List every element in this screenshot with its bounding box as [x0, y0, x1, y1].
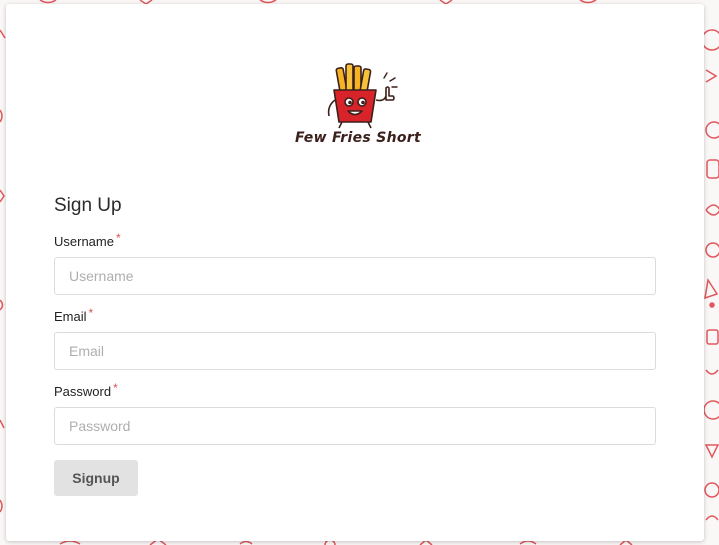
password-label-text: Password — [54, 384, 112, 399]
required-marker: * — [113, 381, 118, 395]
username-label-text: Username — [54, 234, 114, 249]
password-input[interactable] — [54, 407, 656, 445]
brand-logo: Few Fries Short — [288, 60, 428, 154]
required-marker: * — [88, 306, 94, 320]
signup-card: Few Fries Short Sign Up Username* Email*… — [6, 4, 704, 541]
username-label: Username * — [54, 231, 656, 250]
form-title: Sign Up — [54, 195, 122, 216]
required-marker: * — [115, 231, 121, 245]
brand-name: Few Fries Short — [295, 130, 421, 146]
signup-button[interactable]: Signup — [54, 460, 138, 496]
email-label: Email * — [54, 306, 656, 325]
password-label: Password * — [54, 381, 656, 400]
fries-mascot-icon — [327, 63, 398, 129]
signup-form: Sign Up Username* Email* Password* Signu… — [54, 194, 656, 496]
email-field-group: Email * — [54, 306, 656, 370]
password-field-group: Password * — [54, 381, 656, 445]
email-label-text: Email — [54, 309, 87, 324]
username-field-group: Username * — [54, 231, 656, 295]
username-input[interactable] — [54, 257, 656, 295]
email-input[interactable] — [54, 332, 656, 370]
